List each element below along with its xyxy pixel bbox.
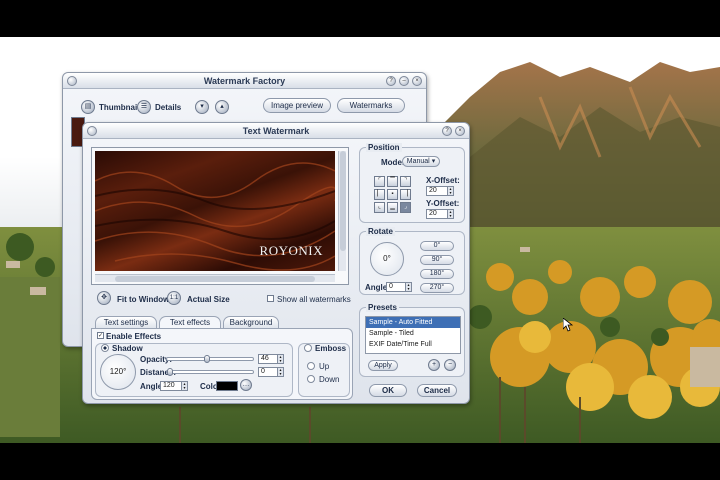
emboss-up-radio[interactable]	[307, 362, 315, 370]
details-view-icon[interactable]: ☰	[137, 100, 151, 114]
distance-spinner[interactable]: ▴ ▾	[277, 367, 284, 377]
position-bottom-right[interactable]: ⌟	[400, 202, 411, 213]
preview-horizontal-scrollbar[interactable]	[95, 274, 335, 282]
preview-vertical-scrollbar[interactable]	[338, 151, 346, 271]
text-watermark-dialog: Text Watermark ? × ROYONIX ✥ Fit to Wind…	[82, 122, 470, 404]
position-grid: ⌜ ▔ ⌝ ▏ ▪ ▕ ⌞ ▁ ⌟	[374, 176, 414, 216]
dialog-title: Text Watermark	[242, 126, 310, 136]
watermark-preview-text[interactable]: ROYONIX	[260, 243, 323, 259]
dialog-help-icon[interactable]: ?	[442, 126, 452, 136]
ok-button[interactable]: OK	[369, 384, 407, 397]
emboss-down-label: Down	[319, 375, 340, 384]
thumbnails-view-icon[interactable]: ▤	[81, 100, 95, 114]
rotate-preset-270[interactable]: 270°	[420, 283, 454, 293]
opacity-slider[interactable]	[166, 355, 254, 363]
mode-select[interactable]: Manual ▾	[402, 156, 440, 167]
enable-effects-checkbox[interactable]: ✓	[97, 332, 104, 339]
close-icon[interactable]: ×	[412, 76, 422, 86]
rotate-angle-spinner[interactable]: ▴ ▾	[405, 282, 412, 292]
preset-item[interactable]: Sample - Auto Fitted	[366, 317, 460, 328]
presets-group: Presets Sample - Auto Fitted Sample - Ti…	[359, 303, 465, 377]
emboss-radio[interactable]	[304, 344, 312, 352]
position-bottom-center[interactable]: ▁	[387, 202, 398, 213]
actual-size-icon[interactable]: 1:1	[167, 291, 181, 305]
preview-image: ROYONIX	[95, 151, 335, 271]
rotate-group: Rotate 0° 0° 90° 180° 270° Angle: 0 ▴ ▾	[359, 227, 465, 295]
color-picker-button[interactable]: …	[240, 379, 252, 391]
main-window-title: Watermark Factory	[203, 76, 286, 86]
shadow-label: Shadow	[112, 344, 143, 353]
opacity-input[interactable]: 46 ▴ ▾	[258, 354, 284, 364]
shadow-color-swatch[interactable]	[216, 381, 238, 391]
shadow-radio[interactable]	[101, 344, 109, 352]
tab-image-preview[interactable]: Image preview	[263, 98, 331, 113]
emboss-up-label: Up	[319, 362, 330, 371]
mode-label: Mode:	[381, 158, 405, 167]
mouse-cursor	[563, 318, 573, 332]
add-preset-icon[interactable]: +	[428, 359, 440, 371]
emboss-down-radio[interactable]	[307, 375, 315, 383]
distance-slider-knob[interactable]	[167, 368, 173, 376]
presets-title: Presets	[366, 303, 399, 312]
opacity-spinner[interactable]: ▴ ▾	[277, 354, 284, 364]
cancel-button[interactable]: Cancel	[417, 384, 457, 397]
help-icon[interactable]: ?	[386, 76, 396, 86]
y-offset-spinner[interactable]: ▴ ▾	[447, 209, 454, 219]
show-all-watermarks-label: Show all watermarks	[277, 295, 351, 304]
distance-slider[interactable]	[166, 368, 254, 376]
position-top-center[interactable]: ▔	[387, 176, 398, 187]
preset-item[interactable]: EXIF Date/Time Full	[366, 339, 460, 350]
rotate-title: Rotate	[366, 227, 395, 236]
actual-size-button[interactable]: Actual Size	[187, 295, 230, 304]
dialog-window-icon[interactable]	[87, 126, 97, 136]
position-center[interactable]: ▪	[387, 189, 398, 200]
dialog-close-icon[interactable]: ×	[455, 126, 465, 136]
emboss-group: Emboss Up Down	[298, 343, 350, 397]
enable-effects-label: Enable Effects	[106, 332, 162, 341]
fit-to-window-icon[interactable]: ✥	[97, 291, 111, 305]
distance-input[interactable]: 0 ▴ ▾	[258, 367, 284, 377]
position-middle-right[interactable]: ▕	[400, 189, 411, 200]
preset-item[interactable]: Sample - Tiled	[366, 328, 460, 339]
rotate-preset-180[interactable]: 180°	[420, 269, 454, 279]
position-group: Position Mode: Manual ▾ ⌜ ▔ ⌝ ▏ ▪ ▕ ⌞ ▁ …	[359, 143, 465, 223]
rotate-angle-dial[interactable]: 0°	[370, 242, 404, 276]
shadow-angle-spinner[interactable]: ▴ ▾	[181, 381, 188, 391]
window-icon[interactable]	[67, 76, 77, 86]
shadow-group: Shadow 120° Opacity: 46 ▴ ▾ Distance: 0 ▴…	[95, 343, 293, 397]
chevron-down-icon[interactable]: ▾	[195, 100, 209, 114]
dialog-titlebar: Text Watermark	[83, 123, 469, 139]
remove-preset-icon[interactable]: −	[444, 359, 456, 371]
presets-list[interactable]: Sample - Auto Fitted Sample - Tiled EXIF…	[365, 316, 461, 354]
preview-panel: ROYONIX	[91, 147, 349, 285]
emboss-label: Emboss	[315, 344, 347, 353]
position-middle-left[interactable]: ▏	[374, 189, 385, 200]
apply-preset-button[interactable]: Apply	[368, 360, 398, 371]
x-offset-input[interactable]: 20 ▴ ▾	[426, 186, 454, 196]
shadow-angle-input[interactable]: 120 ▴ ▾	[160, 381, 188, 391]
y-offset-input[interactable]: 20 ▴ ▾	[426, 209, 454, 219]
position-bottom-left[interactable]: ⌞	[374, 202, 385, 213]
position-top-left[interactable]: ⌜	[374, 176, 385, 187]
main-window-titlebar: Watermark Factory	[63, 73, 426, 89]
opacity-slider-knob[interactable]	[204, 355, 210, 363]
x-offset-spinner[interactable]: ▴ ▾	[447, 186, 454, 196]
position-title: Position	[366, 143, 402, 152]
rotate-preset-90[interactable]: 90°	[420, 255, 454, 265]
details-view-button[interactable]: Details	[155, 103, 181, 112]
fit-to-window-button[interactable]: Fit to Window	[117, 295, 169, 304]
y-offset-label: Y-Offset:	[426, 199, 460, 208]
x-offset-label: X-Offset:	[426, 176, 460, 185]
tab-watermarks[interactable]: Watermarks	[337, 98, 405, 113]
rotate-preset-0[interactable]: 0°	[420, 241, 454, 251]
position-top-right[interactable]: ⌝	[400, 176, 411, 187]
show-all-watermarks-checkbox[interactable]	[267, 295, 274, 302]
chevron-up-icon[interactable]: ▴	[215, 100, 229, 114]
effects-panel: ✓ Enable Effects Shadow 120° Opacity: 46…	[91, 328, 353, 400]
shadow-angle-dial[interactable]: 120°	[100, 354, 136, 390]
rotate-angle-input[interactable]: 0 ▴ ▾	[386, 282, 412, 292]
minimize-icon[interactable]: –	[399, 76, 409, 86]
